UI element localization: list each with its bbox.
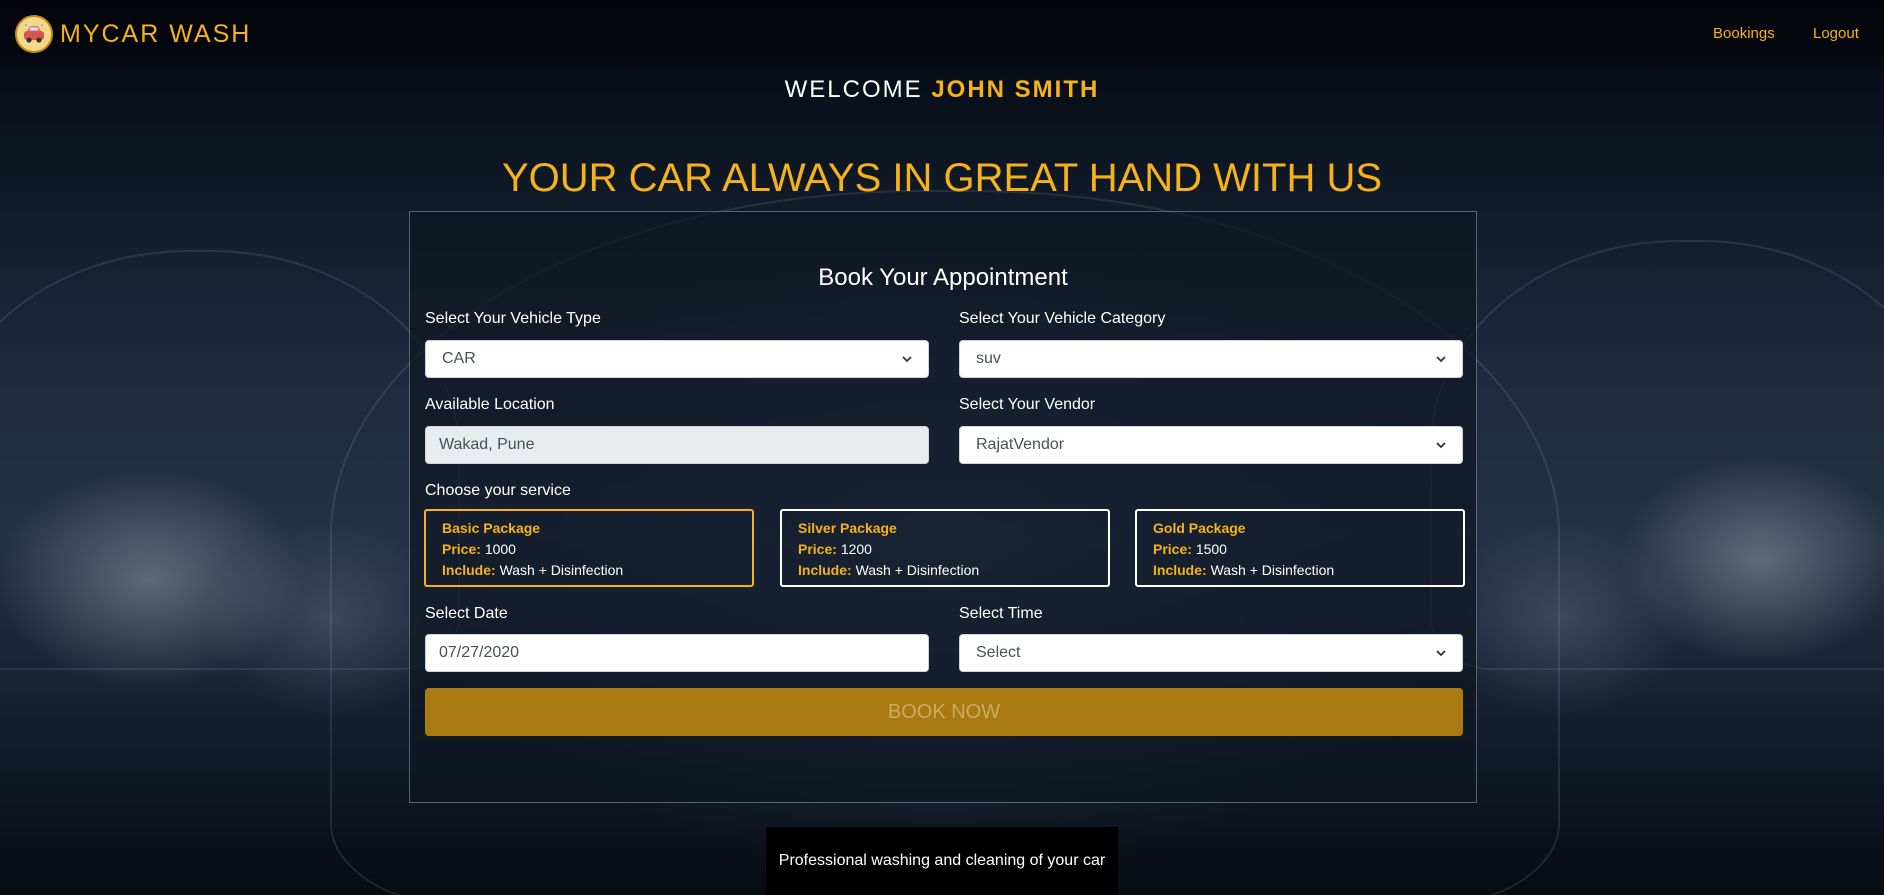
package-include: Wash + Disinfection (499, 562, 624, 578)
vehicle-type-select[interactable]: CAR (425, 340, 929, 378)
package-card-silver[interactable]: Silver Package Price: 1200 Include: Wash… (780, 509, 1110, 587)
chevron-down-icon (902, 356, 912, 363)
brand-name[interactable]: MYCAR WASH (60, 20, 251, 49)
welcome-prefix: WELCOME (784, 76, 923, 103)
chevron-down-icon (1436, 442, 1446, 449)
book-now-button[interactable]: BOOK NOW (425, 688, 1463, 736)
location-input: Wakad, Pune (425, 426, 929, 464)
vehicle-category-select[interactable]: suv (959, 340, 1463, 378)
package-card-basic[interactable]: Basic Package Price: 1000 Include: Wash … (424, 509, 754, 587)
date-input[interactable]: 07/27/2020 (425, 634, 929, 672)
time-value: Select (976, 644, 1021, 661)
location-label: Available Location (425, 396, 555, 413)
vendor-value: RajatVendor (976, 436, 1065, 453)
welcome-user-name: JOHN SMITH (931, 76, 1100, 103)
date-label: Select Date (425, 605, 508, 622)
package-price: 1500 (1195, 541, 1227, 557)
include-key: Include: (1153, 562, 1207, 578)
vendor-label: Select Your Vendor (959, 396, 1096, 413)
date-value: 07/27/2020 (439, 644, 520, 661)
hero-heading: YOUR CAR ALWAYS IN GREAT HAND WITH US (501, 156, 1383, 200)
package-price: 1000 (484, 541, 516, 557)
vendor-select[interactable]: RajatVendor (959, 426, 1463, 464)
vehicle-category-label: Select Your Vehicle Category (959, 310, 1166, 327)
booking-form-panel: Book Your Appointment Select Your Vehicl… (409, 211, 1477, 803)
location-value: Wakad, Pune (439, 436, 535, 453)
time-select[interactable]: Select (959, 634, 1463, 672)
car-wash-logo-icon[interactable] (15, 15, 53, 53)
package-card-gold[interactable]: Gold Package Price: 1500 Include: Wash +… (1135, 509, 1465, 587)
form-title: Book Your Appointment (818, 264, 1068, 291)
nav-bookings-link[interactable]: Bookings (1713, 25, 1775, 42)
welcome-message: WELCOME JOHN SMITH (0, 76, 1884, 104)
time-label: Select Time (959, 605, 1043, 622)
include-key: Include: (798, 562, 852, 578)
chevron-down-icon (1436, 356, 1446, 363)
price-key: Price: (1153, 541, 1192, 557)
price-key: Price: (442, 541, 481, 557)
package-name: Gold Package (1153, 520, 1246, 536)
top-navbar: MYCAR WASH Bookings Logout (0, 0, 1884, 68)
package-price: 1200 (840, 541, 872, 557)
price-key: Price: (798, 541, 837, 557)
footer-tagline: Professional washing and cleaning of you… (766, 827, 1118, 895)
include-key: Include: (442, 562, 496, 578)
vehicle-category-value: suv (976, 350, 1001, 367)
package-name: Basic Package (442, 520, 541, 536)
package-include: Wash + Disinfection (855, 562, 980, 578)
vehicle-type-label: Select Your Vehicle Type (425, 310, 601, 327)
vehicle-type-value: CAR (442, 350, 476, 367)
chevron-down-icon (1436, 650, 1446, 657)
background-car-right (1430, 240, 1884, 670)
service-label: Choose your service (425, 482, 571, 499)
nav-logout-link[interactable]: Logout (1813, 25, 1859, 42)
package-name: Silver Package (798, 520, 897, 536)
package-include: Wash + Disinfection (1210, 562, 1335, 578)
